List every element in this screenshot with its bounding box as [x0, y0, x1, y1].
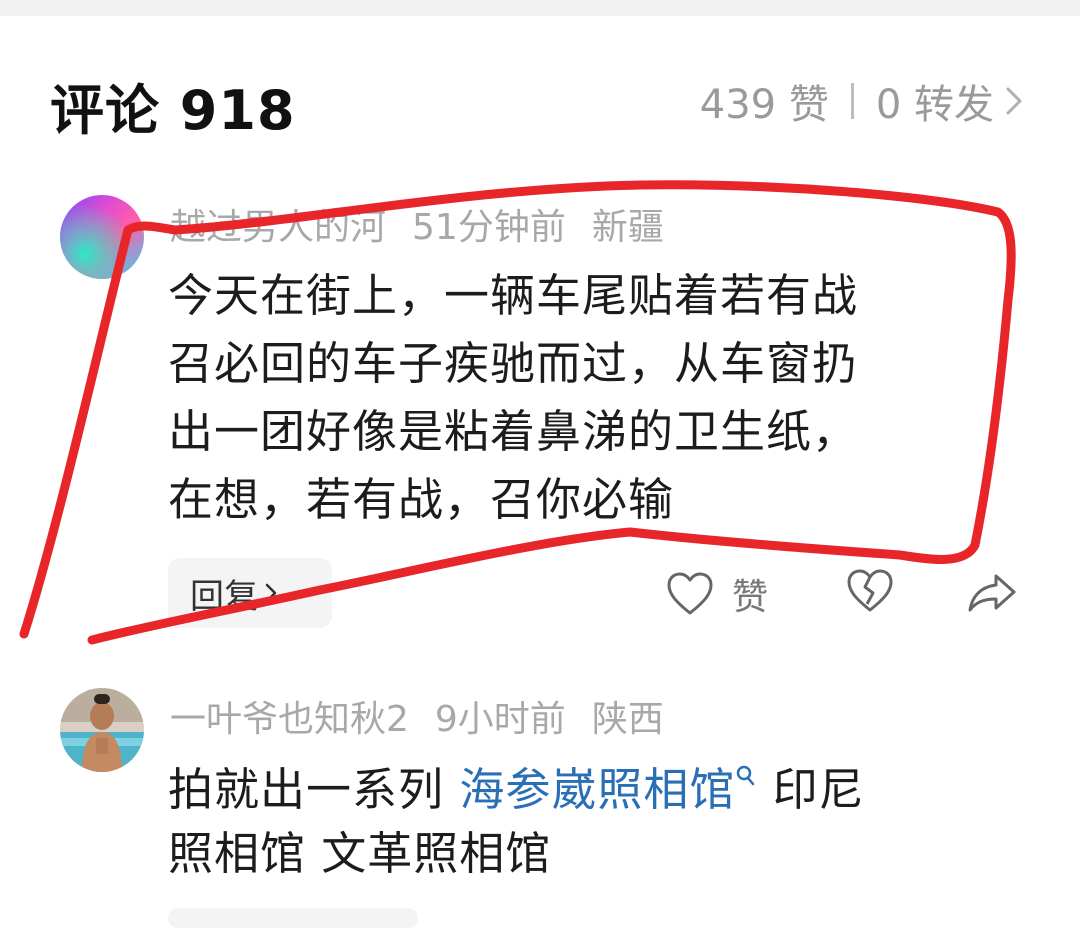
share-button[interactable]	[966, 570, 1018, 614]
reply-label: 回复	[190, 576, 258, 617]
comment-meta: 越过男人的河 51分钟前 新疆	[170, 198, 690, 250]
search-icon	[737, 765, 755, 786]
comments-title: 评论 918	[50, 79, 296, 142]
comments-header: 评论 918 439 赞 0 转发	[0, 16, 1080, 166]
share-arrow-icon	[968, 574, 1016, 612]
avatar[interactable]	[60, 195, 144, 279]
search-link[interactable]: 海参崴照相馆	[459, 763, 757, 816]
forwards-count: 0 转发	[875, 82, 994, 128]
reply-button[interactable]	[168, 908, 418, 928]
broken-heart-icon	[847, 569, 893, 612]
comment-time: 9小时前	[434, 699, 566, 740]
like-label: 赞	[732, 577, 769, 618]
comment-line: 今天在街上，一辆车尾贴着若有战	[168, 269, 859, 322]
comment-meta: 一叶爷也知秋2 9小时前 陕西	[170, 690, 690, 742]
post-stats[interactable]: 439 赞 0 转发	[700, 72, 1028, 130]
comment-text-part: 印尼	[757, 763, 865, 816]
heart-outline-icon	[667, 572, 713, 615]
comment-line: 出一团好像是粘着鼻涕的卫生纸，	[168, 405, 859, 458]
chevron-right-icon	[265, 583, 277, 603]
comment-text-part: 拍就出一系列	[168, 763, 460, 816]
comment-text: 拍就出一系列 海参崴照相馆 印尼 照相馆 文革照相馆	[168, 758, 1048, 886]
comment-text: 今天在街上，一辆车尾贴着若有战 召必回的车子疾驰而过，从车窗扔 出一团好像是粘着…	[168, 262, 858, 534]
top-strip	[0, 0, 1080, 16]
username[interactable]: 一叶爷也知秋2	[170, 699, 409, 740]
likes-count: 439 赞	[699, 82, 829, 128]
avatar[interactable]	[60, 688, 144, 772]
comment-line: 召必回的车子疾驰而过，从车窗扔	[168, 337, 859, 390]
comment-time: 51分钟前	[412, 207, 566, 248]
reply-button[interactable]: 回复	[168, 558, 332, 628]
like-button[interactable]: 赞	[666, 568, 768, 620]
dislike-button[interactable]	[846, 568, 894, 614]
username[interactable]: 越过男人的河	[170, 207, 386, 248]
search-link-text: 海参崴照相馆	[459, 763, 736, 816]
comment-line: 在想，若有战，召你必输	[168, 473, 675, 526]
stats-divider	[850, 83, 854, 119]
comment-line: 照相馆 文革照相馆	[168, 827, 552, 880]
comment-location: 新疆	[591, 207, 664, 248]
chevron-right-icon	[1006, 87, 1022, 115]
comment-line: 拍就出一系列 海参崴照相馆 印尼	[168, 758, 1048, 822]
comment-location: 陕西	[591, 699, 664, 740]
